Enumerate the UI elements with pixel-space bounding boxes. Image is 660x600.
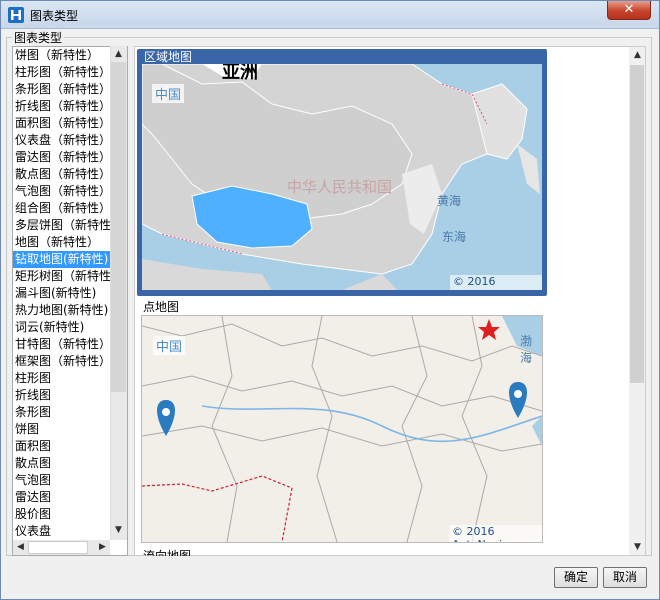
preview-scroll-up-icon[interactable]: ▲ [630,48,645,63]
point-map-preview[interactable]: 中国 渤海 © 2016 AutoNavi [141,315,543,543]
point-map-graphic [142,316,542,542]
region-map-label: 区域地图 [144,50,193,64]
list-hscroll-thumb[interactable] [28,541,88,554]
list-scroll-thumb[interactable] [111,62,126,392]
app-logo-icon [8,7,24,23]
region-copyright: © 2016 AutoNavi [450,275,542,290]
region-map-preview: 中国 亚洲 中华人民共和国 黄海 东海 © 2016 AutoNavi [142,64,542,290]
region-country-text: 中华人民共和国 [287,178,393,196]
cancel-button[interactable]: 取消 [603,567,647,588]
preview-scroll-thumb[interactable] [630,65,644,383]
ok-button[interactable]: 确定 [554,567,598,588]
flow-map-label: 流向地图 [143,549,192,556]
scroll-left-arrow-icon[interactable]: ◀ [13,540,28,555]
scroll-up-arrow-icon[interactable]: ▲ [111,47,126,62]
point-china-badge: 中国 [153,336,186,355]
region-sea-yellow: 黄海 [437,194,462,208]
close-button[interactable]: ✕ [607,1,651,20]
group-label: 图表类型 [12,29,65,46]
region-china-badge: 中国 [152,84,185,103]
scroll-right-arrow-icon[interactable]: ▶ [95,540,110,555]
point-copyright: © 2016 AutoNavi [449,525,542,542]
point-map-label: 点地图 [143,300,180,314]
title-bar: 图表类型 ✕ [1,1,659,29]
scroll-down-arrow-icon[interactable]: ▼ [111,523,126,538]
region-sea-east: 东海 [442,230,467,244]
window-title: 图表类型 [30,9,79,23]
point-sea-bohai: 渤海 [520,334,533,365]
region-asia-text: 亚洲 [222,64,258,83]
preview-scroll-down-icon[interactable]: ▼ [630,540,645,555]
